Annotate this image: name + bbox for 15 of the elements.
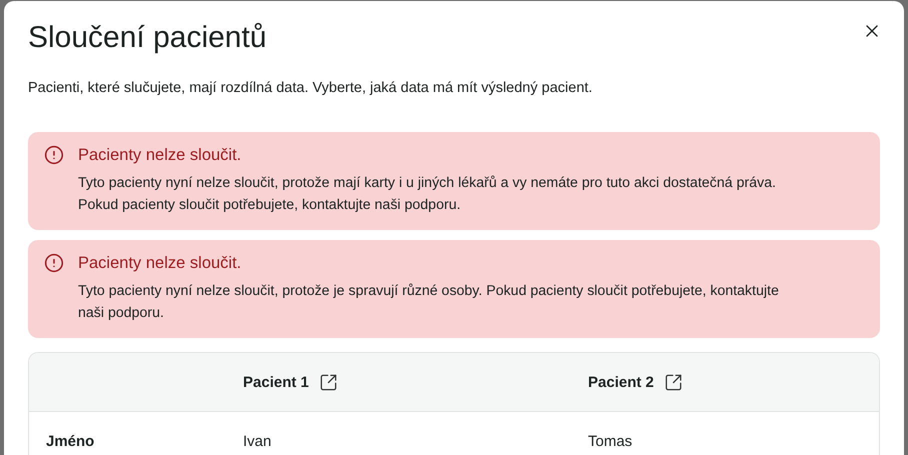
row-label: Jméno xyxy=(45,432,96,450)
column-header: Pacient 1 xyxy=(243,374,309,390)
alert-message: Tyto pacienty nyní nelze sloučit, protože mají karty i u jiných lékařů a vy nemáte pro tuto akci dostatečná práva. Pokud pacienty sloučit potřebujete, kontaktujte naši podporu. xyxy=(78,174,777,215)
dialog-title: Sloučení pacientů xyxy=(28,20,267,56)
column-header: Pacient 2 xyxy=(588,374,654,390)
alert-title: Pacienty nelze sloučit. xyxy=(78,145,242,166)
external-link-icon[interactable] xyxy=(318,372,338,392)
alert-message: Tyto pacienty nyní nelze sloučit, protože je spravují různé osoby. Pokud pacienty sloučit potřebujete, kontaktujte naši podporu. xyxy=(78,282,780,323)
alert-icon xyxy=(44,253,64,273)
table-cell-text: Ivan xyxy=(243,432,272,450)
table-cell-text: Tomas xyxy=(588,432,634,450)
external-link-icon[interactable] xyxy=(664,372,683,392)
alert-icon xyxy=(44,145,64,165)
dialog-description: Pacienti, které slučujete, mají rozdílná data. Vyberte, jaká data má mít výsledný pacient. xyxy=(28,79,594,98)
alert-title: Pacienty nelze sloučit. xyxy=(78,253,242,274)
